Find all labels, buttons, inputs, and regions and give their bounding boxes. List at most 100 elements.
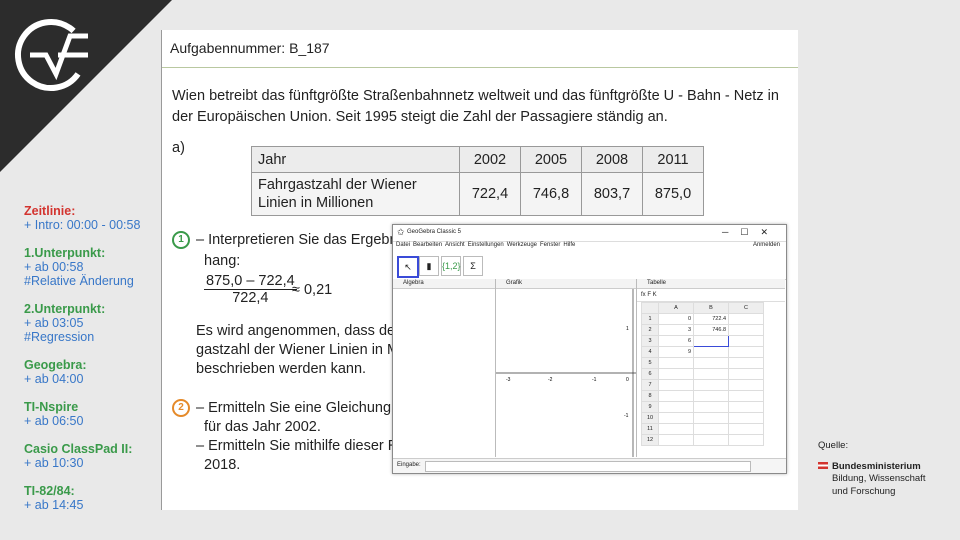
sheet-cell[interactable] xyxy=(658,401,694,413)
sheet-cell[interactable] xyxy=(728,368,764,380)
timeline-section: 2.Unterpunkt: + ab 03:05 #Regression xyxy=(24,302,159,344)
sheet-row-header[interactable]: 12 xyxy=(641,434,659,446)
sheet-cell[interactable] xyxy=(658,412,694,424)
sheet-row-header[interactable]: 6 xyxy=(641,368,659,380)
para-line: Es wird angenommen, dass der xyxy=(196,323,400,339)
sheet-column-header[interactable]: B xyxy=(693,302,729,314)
sheet-cell[interactable] xyxy=(693,379,729,391)
sheet-cell[interactable] xyxy=(658,390,694,402)
sheet-corner xyxy=(641,302,659,314)
sheet-row-header[interactable]: 11 xyxy=(641,423,659,435)
sheet-cell[interactable] xyxy=(693,357,729,369)
geogebra-title: GeoGebra Classic 5 xyxy=(407,229,462,235)
menu-item[interactable]: Ansicht xyxy=(445,242,465,248)
menu-item[interactable]: Werkzeuge xyxy=(507,242,537,248)
timeline-sidebar: Zeitlinie: + Intro: 00:00 - 00:58 1.Unterp… xyxy=(24,204,159,526)
sheet-cell[interactable] xyxy=(658,423,694,435)
window-buttons[interactable]: ─☐✕ xyxy=(722,227,780,238)
table-year: 2002 xyxy=(459,146,521,173)
sheet-cell[interactable]: 6 xyxy=(658,335,694,347)
fraction-result: ≈ 0,21 xyxy=(292,282,333,298)
geogebra-titlebar[interactable]: ✩ GeoGebra Classic 5 ─☐✕ xyxy=(393,225,786,242)
menu-item[interactable]: Einstellungen xyxy=(468,242,504,248)
item-2-badge: 2 xyxy=(172,399,190,418)
sheet-cell[interactable] xyxy=(728,434,764,446)
sheet-cell[interactable] xyxy=(728,346,764,358)
sheet-cell[interactable] xyxy=(658,357,694,369)
x-tick: -3 xyxy=(506,377,511,383)
login-link[interactable]: Anmelden xyxy=(753,242,780,248)
spreadsheet-toolbar[interactable]: fx F K xyxy=(637,289,785,302)
sheet-row-header[interactable]: 4 xyxy=(641,346,659,358)
timeline-section-title: TI-Nspire xyxy=(24,400,79,414)
geogebra-window[interactable]: ✩ GeoGebra Classic 5 ─☐✕ Datei Bearbeiten… xyxy=(392,224,787,474)
sheet-cell[interactable] xyxy=(728,324,764,336)
sheet-cell[interactable] xyxy=(693,412,729,424)
menu-item[interactable]: Bearbeiten xyxy=(413,242,442,248)
sheet-row-header[interactable]: 9 xyxy=(641,401,659,413)
sheet-cell[interactable] xyxy=(693,434,729,446)
task-header: Aufgabennummer: B_187 xyxy=(162,30,798,68)
part-label: a) xyxy=(172,140,185,156)
timeline-entry: + ab 10:30 xyxy=(24,456,84,470)
move-tool-icon[interactable]: ↖ xyxy=(397,256,419,278)
graphics-view-title: Grafik xyxy=(496,279,636,289)
algebra-view[interactable]: Algebra xyxy=(393,279,496,457)
spreadsheet-view[interactable]: Tabelle fx F K A B C 1 0 722.4 2 3 746.8 3 6 4 9 5 6 7 8… xyxy=(637,279,785,457)
sheet-row-header[interactable]: 2 xyxy=(641,324,659,336)
graphics-view[interactable]: Grafik -3 -2 -1 0 1 -1 xyxy=(496,279,637,457)
sheet-cell[interactable] xyxy=(728,423,764,435)
histogram-tool-icon[interactable]: ▮ xyxy=(419,256,439,276)
sheet-column-header[interactable]: C xyxy=(728,302,764,314)
input-field[interactable] xyxy=(425,461,751,472)
sheet-cell[interactable]: 9 xyxy=(658,346,694,358)
data-table: Jahr 2002 2005 2008 2011 Fahrgastzahl de… xyxy=(251,146,704,216)
sheet-cell[interactable] xyxy=(693,335,729,347)
sheet-cell[interactable] xyxy=(693,390,729,402)
geogebra-menubar: Datei Bearbeiten Ansicht Einstellungen Werkz… xyxy=(393,242,786,253)
sheet-cell[interactable] xyxy=(693,346,729,358)
timeline-section: Casio ClassPad II: + ab 10:30 xyxy=(24,442,159,470)
sheet-cell[interactable]: 3 xyxy=(658,324,694,336)
sheet-cell[interactable] xyxy=(693,401,729,413)
menu-item[interactable]: Datei xyxy=(396,242,410,248)
sheet-cell[interactable] xyxy=(728,379,764,391)
fraction: 875,0 – 722,4 722,4 xyxy=(204,273,297,306)
sheet-cell[interactable] xyxy=(728,390,764,402)
spreadsheet-grid[interactable]: A B C 1 0 722.4 2 3 746.8 3 6 4 9 5 6 7 8 9 10 11 12 xyxy=(641,302,764,446)
menu-item[interactable]: Fenster xyxy=(540,242,560,248)
sheet-cell[interactable]: 722.4 xyxy=(693,313,729,325)
sum-tool[interactable]: Σ xyxy=(463,256,483,276)
sheet-cell[interactable] xyxy=(693,368,729,380)
para-line: beschrieben werden kann. xyxy=(196,361,367,377)
list-tool[interactable]: {1,2} xyxy=(441,256,461,276)
sheet-cell[interactable] xyxy=(728,357,764,369)
sheet-row-header[interactable]: 5 xyxy=(641,357,659,369)
timeline-entry: #Relative Änderung xyxy=(24,274,134,288)
timeline-entry: + ab 14:45 xyxy=(24,498,84,512)
sheet-row-header[interactable]: 10 xyxy=(641,412,659,424)
table-value: 875,0 xyxy=(642,172,704,216)
input-label: Eingabe: xyxy=(397,462,421,468)
sheet-cell[interactable] xyxy=(728,313,764,325)
y-tick: 1 xyxy=(626,326,629,332)
sheet-row-header[interactable]: 7 xyxy=(641,379,659,391)
sheet-cell[interactable] xyxy=(658,368,694,380)
menu-item[interactable]: Hilfe xyxy=(563,242,575,248)
sheet-row-header[interactable]: 8 xyxy=(641,390,659,402)
x-tick: 0 xyxy=(626,377,629,383)
sheet-cell[interactable] xyxy=(728,401,764,413)
sheet-row-header[interactable]: 1 xyxy=(641,313,659,325)
sheet-row-header[interactable]: 3 xyxy=(641,335,659,347)
sheet-column-header[interactable]: A xyxy=(658,302,694,314)
sheet-cell[interactable] xyxy=(658,379,694,391)
sheet-cell[interactable] xyxy=(728,335,764,347)
sheet-cell[interactable] xyxy=(693,423,729,435)
geogebra-views: Algebra Grafik -3 -2 -1 0 1 -1 Tabelle f… xyxy=(393,279,786,457)
y-tick: -1 xyxy=(624,413,629,419)
sheet-cell[interactable]: 0 xyxy=(658,313,694,325)
sheet-cell[interactable] xyxy=(728,412,764,424)
spreadsheet-view-title: Tabelle xyxy=(637,279,785,289)
sheet-cell[interactable]: 746.8 xyxy=(693,324,729,336)
sheet-cell[interactable] xyxy=(658,434,694,446)
